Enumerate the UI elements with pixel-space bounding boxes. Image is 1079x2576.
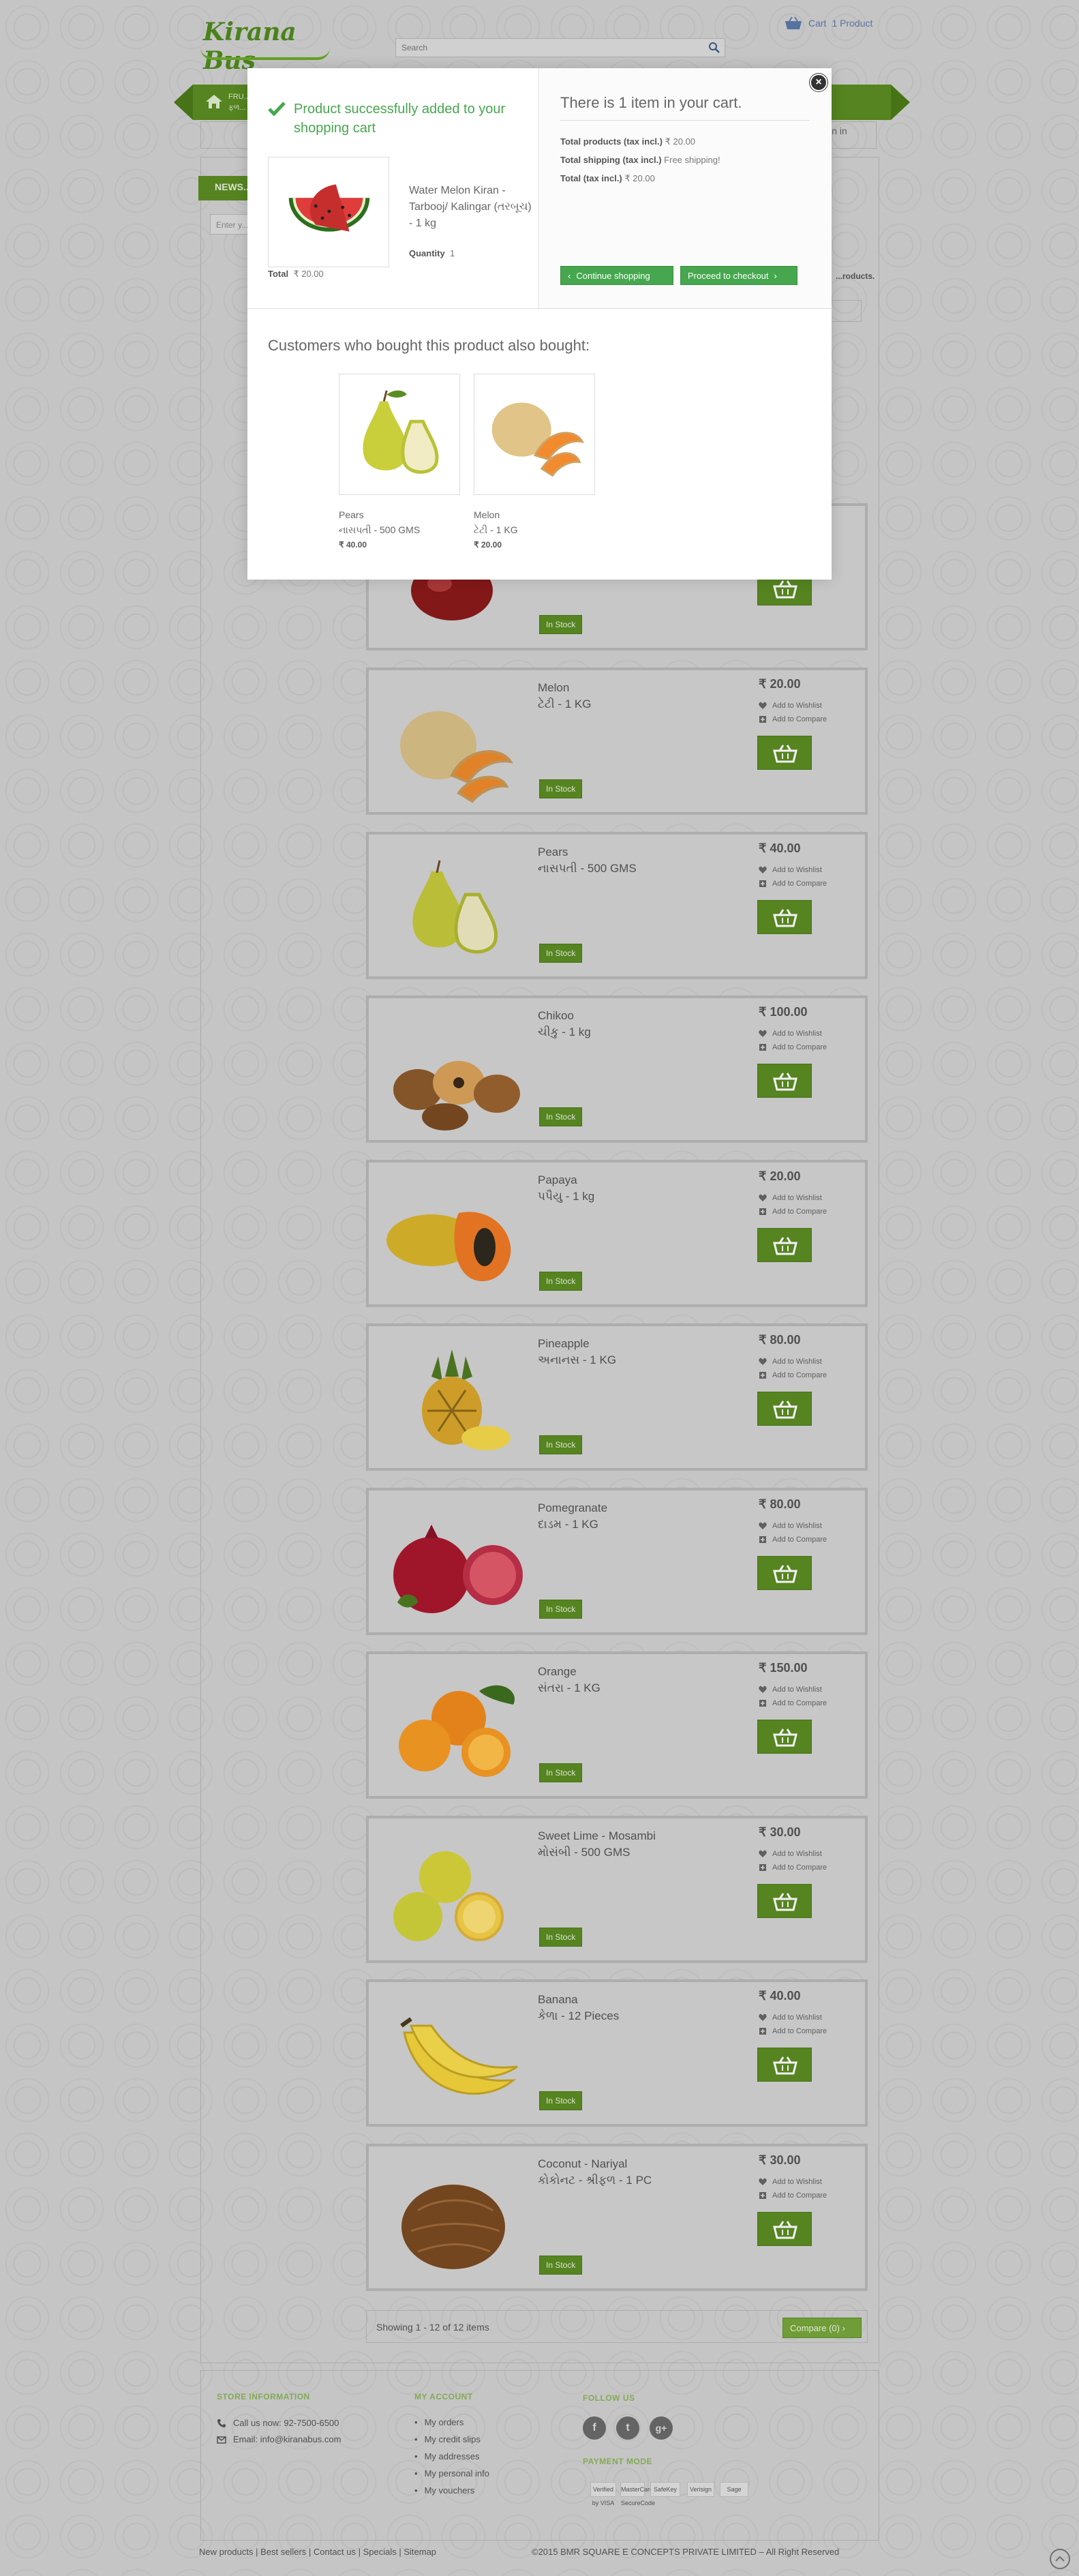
recommended-image-pears[interactable] <box>339 374 460 495</box>
modal-divider <box>247 308 832 309</box>
cart-item-count: There is 1 item in your cart. <box>560 94 810 121</box>
quantity-label: Quantity <box>409 248 445 258</box>
recommended-name-melon[interactable]: Melon ટેટી - 1 KG <box>474 507 518 537</box>
total-products-value: ₹ 20.00 <box>665 136 696 147</box>
recommended-image-melon[interactable] <box>474 374 595 495</box>
total-shipping-label: Total shipping (tax incl.) <box>560 155 662 165</box>
recommended-subtitle: નાસપતી - 500 GMS <box>339 524 421 535</box>
total-value: ₹ 20.00 <box>293 269 324 279</box>
modal-total: Total ₹ 20.00 <box>268 269 324 280</box>
product-image-watermelon <box>268 157 389 267</box>
cart-modal: Product successfully added to your shopp… <box>247 68 832 580</box>
quantity-value: 1 <box>449 248 455 258</box>
total-shipping-line: Total shipping (tax incl.) Free shipping… <box>560 155 720 165</box>
recommended-subtitle: ટેટી - 1 KG <box>474 524 518 535</box>
total-products-label: Total products (tax incl.) <box>560 136 663 147</box>
success-text: Product successfully added to your shopp… <box>294 102 506 136</box>
continue-shopping-button[interactable]: ‹ Continue shopping <box>560 266 673 285</box>
recommended-price: ₹ 40.00 <box>339 540 367 550</box>
continue-shopping-label: Continue shopping <box>576 270 650 281</box>
total-products-line: Total products (tax incl.) ₹ 20.00 <box>560 136 695 147</box>
chevron-right-icon: › <box>774 270 777 281</box>
total-tax-line: Total (tax incl.) ₹ 20.00 <box>560 173 655 184</box>
recommended-price: ₹ 20.00 <box>474 540 502 550</box>
total-shipping-value: Free shipping! <box>664 155 720 165</box>
also-bought-title: Customers who bought this product also b… <box>268 337 590 354</box>
modal-quantity: Quantity 1 <box>409 248 455 258</box>
check-icon <box>268 102 286 116</box>
modal-product-panel: Product successfully added to your shopp… <box>247 68 539 308</box>
chevron-left-icon: ‹ <box>568 270 571 281</box>
recommended-title: Melon <box>474 509 500 520</box>
total-tax-value: ₹ 20.00 <box>624 173 655 183</box>
total-label: Total <box>268 269 289 279</box>
total-tax-label: Total (tax incl.) <box>560 173 622 183</box>
close-icon[interactable]: × <box>810 74 827 91</box>
recommended-name-pears[interactable]: Pears નાસપતી - 500 GMS <box>339 507 420 537</box>
success-message: Product successfully added to your shopp… <box>268 100 527 138</box>
recommended-title: Pears <box>339 509 364 520</box>
proceed-to-checkout-button[interactable]: Proceed to checkout › <box>680 266 797 285</box>
modal-product-name: Water Melon Kiran - Tarbooj/ Kalingar (ત… <box>409 185 532 229</box>
checkout-label: Proceed to checkout <box>688 270 769 281</box>
modal-cart-panel: There is 1 item in your cart. Total prod… <box>540 68 832 308</box>
